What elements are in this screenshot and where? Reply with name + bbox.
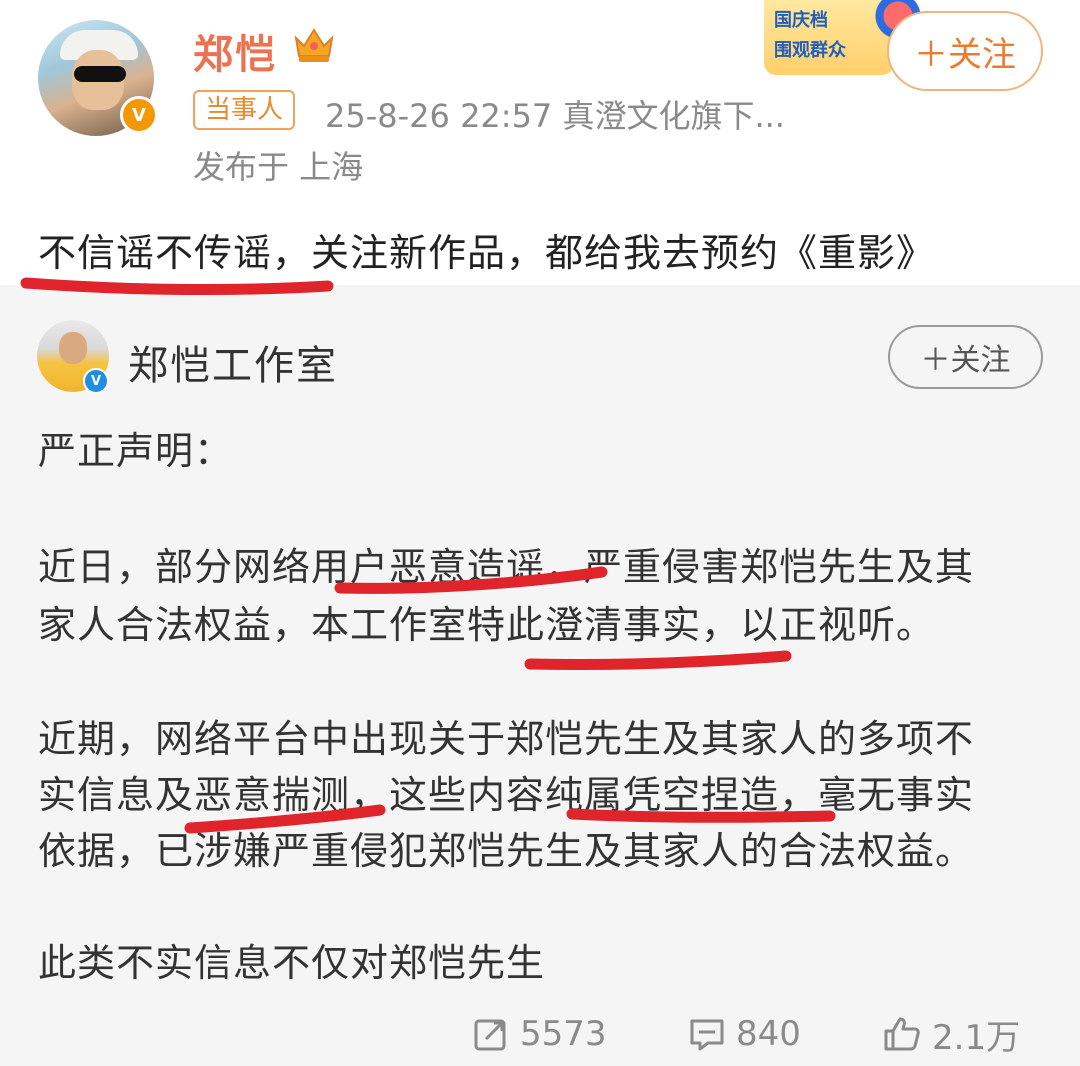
repost-count: 5573 (520, 1014, 607, 1054)
crown-icon (294, 28, 334, 62)
verified-blue-icon: V (83, 368, 109, 394)
follow-button[interactable]: ＋关注 (887, 11, 1043, 91)
statement-title: 严正声明： (38, 429, 234, 473)
post-time-source: 25-8-26 22:57 真澄文化旗下... (325, 97, 785, 135)
comment-count: 840 (736, 1014, 801, 1054)
repost-icon (474, 1019, 506, 1051)
comment-icon (690, 1019, 724, 1051)
post-location: 发布于 上海 (193, 148, 364, 186)
role-tag: 当事人 (193, 90, 296, 130)
statement-line: 近期，网络平台中出现关于郑恺先生及其家人的多项不 (38, 717, 975, 761)
promo-line-1: 国庆档 (774, 10, 828, 31)
like-action[interactable]: 2.1万 (882, 1012, 1021, 1058)
statement-line: 此类不实信息不仅对郑恺先生 (38, 941, 546, 985)
thumbs-up-icon (884, 1017, 920, 1051)
post-text: 不信谣不传谣，关注新作品，都给我去预约《重影》 (38, 231, 936, 275)
like-count: 2.1万 (932, 1017, 1021, 1058)
verified-badge-icon: V (120, 96, 158, 134)
studio-name[interactable]: 郑恺工作室 (128, 333, 338, 391)
comment-action[interactable]: 840 (688, 1012, 801, 1056)
statement-line: 家人合法权益，本工作室特此澄清事实，以正视听。 (38, 603, 936, 647)
repost-action[interactable]: 5573 (472, 1012, 607, 1056)
statement-line: 实信息及恶意揣测，这些内容纯属凭空捏造，毫无事实 (38, 773, 975, 817)
statement-line: 近日，部分网络用户恶意造谣，严重侵害郑恺先生及其 (38, 545, 975, 589)
studio-follow-button[interactable]: ＋关注 (888, 325, 1043, 389)
statement-line: 依据，已涉嫌严重侵犯郑恺先生及其家人的合法权益。 (38, 829, 975, 873)
promo-line-2: 围观群众 (774, 40, 846, 61)
author-name[interactable]: 郑恺 (193, 22, 277, 80)
